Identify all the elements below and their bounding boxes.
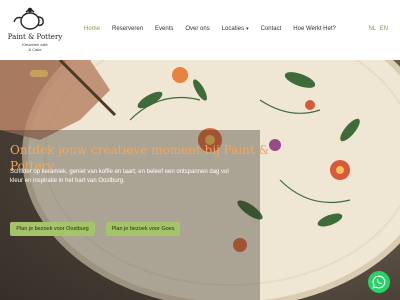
nav-contact[interactable]: Contact [261,26,282,36]
nav-events[interactable]: Events [155,26,173,36]
lang-nl[interactable]: NL [369,26,376,32]
nav-reserveren[interactable]: Reserveren [112,26,143,36]
site-logo[interactable]: Paint & Pottery Keramiek café & Cake [3,3,62,52]
language-switcher: NL EN [367,26,388,32]
plan-visit-goes-button[interactable]: Plan je bezoek voor Goes [106,222,180,236]
nav-hoe-werkt-het[interactable]: Hoe Werkt Het? [293,26,336,36]
main-nav: Home Reserveren Events Over ons Locaties… [84,26,348,36]
lang-en[interactable]: EN [380,26,388,32]
site-header: Paint & Pottery Keramiek café & Cake Hom… [0,0,400,60]
whatsapp-icon [372,275,386,289]
hero-description: Schilder op keramiek, geniet van koffie … [10,169,229,184]
nav-locaties[interactable]: Locaties ▾ [222,26,249,36]
brand-tagline: Keramiek café & Cake [22,42,48,52]
nav-over-ons[interactable]: Over ons [185,26,209,36]
chevron-down-icon: ▾ [246,26,249,32]
plan-visit-oostburg-button[interactable]: Plan je bezoek voor Oostburg [10,222,95,236]
whatsapp-chat-button[interactable] [368,271,390,293]
hero-section: Ontdek jouw creatieve moment bij Paint &… [0,60,400,300]
teapot-logo-icon [13,7,44,30]
nav-home[interactable]: Home [84,26,100,36]
brand-name: Paint & Pottery [7,33,63,41]
